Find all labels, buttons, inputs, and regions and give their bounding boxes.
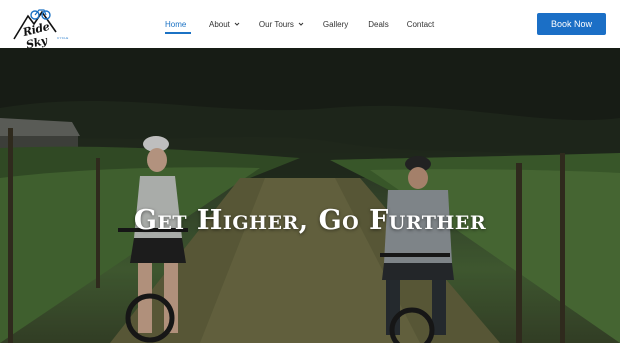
nav-item-deals[interactable]: Deals: [368, 0, 388, 48]
chevron-down-icon: [298, 21, 304, 27]
hero-title: Get Higher, Go Further: [133, 205, 487, 236]
nav-item-label: Deals: [368, 19, 389, 29]
ride-sky-logo[interactable]: Ride Sky CYCLE: [12, 6, 74, 52]
nav-item-label: Home: [165, 19, 187, 29]
nav-item-label: Gallery: [322, 19, 349, 29]
main-nav: Home About Our Tours Gallery Deals Conta…: [165, 0, 434, 48]
book-now-button[interactable]: Book Now: [537, 13, 606, 35]
nav-item-our-tours[interactable]: Our Tours: [259, 0, 304, 48]
nav-item-label: About: [209, 19, 230, 29]
hero-banner: Get Higher, Go Further: [0, 48, 620, 343]
chevron-down-icon: [234, 21, 240, 27]
nav-item-label: Our Tours: [258, 19, 294, 29]
nav-item-about[interactable]: About: [209, 0, 240, 48]
nav-item-contact[interactable]: Contact: [407, 0, 435, 48]
nav-item-gallery[interactable]: Gallery: [323, 0, 348, 48]
logo-subtext: CYCLE: [57, 36, 69, 40]
site-header: Ride Sky CYCLE Home About Our Tours Gall…: [0, 0, 620, 52]
hero-overlay: [0, 48, 620, 343]
nav-item-home[interactable]: Home: [165, 0, 191, 48]
nav-item-label: Contact: [406, 19, 435, 29]
